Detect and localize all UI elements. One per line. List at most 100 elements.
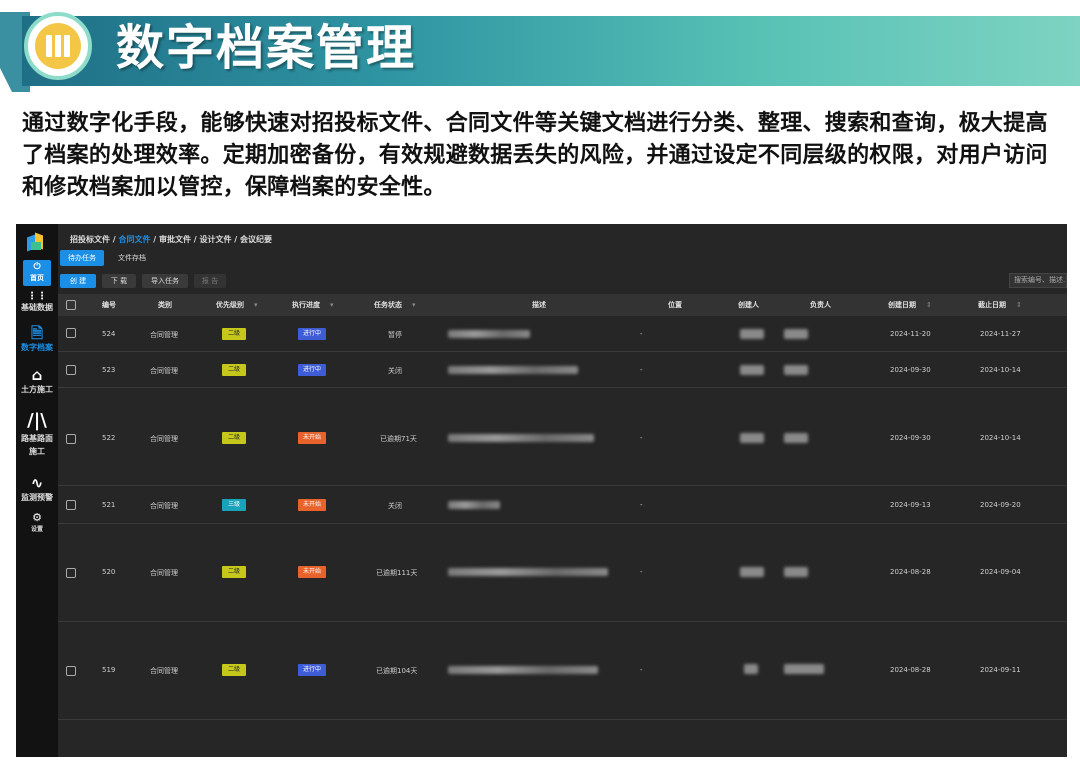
row-checkbox[interactable] [66, 500, 76, 510]
gear-icon: ⚙ [32, 511, 42, 524]
sidebar-item-label: 数字档案 [21, 343, 53, 352]
pulse-icon: ∿ [30, 474, 44, 492]
table-row[interactable]: 521 合同管理 三级 未开始 关闭 - 2024-09-13 2024-09-… [58, 486, 1067, 524]
column-header[interactable]: 创建日期 ⇕ [888, 294, 932, 316]
redacted-creator [740, 365, 764, 375]
table-row[interactable]: 523 合同管理 二级 进行中 关闭 - 2024-09-30 2024-10-… [58, 352, 1067, 388]
row-status: 关闭 [388, 367, 402, 375]
column-header[interactable]: 优先级别 ▾ [216, 294, 258, 316]
download-button[interactable]: 下 载 [102, 274, 136, 288]
row-deadline: 2024-09-11 [980, 666, 1021, 674]
sidebar-item-label: 监测预警 [21, 493, 53, 502]
row-id: 523 [102, 366, 116, 374]
row-category: 合同管理 [150, 667, 178, 675]
progress-badge: 进行中 [298, 364, 326, 376]
row-location: - [640, 434, 643, 442]
redacted-description [448, 366, 578, 374]
tab-archive[interactable]: 文件存档 [110, 250, 154, 266]
priority-badge: 二级 [222, 566, 246, 578]
sidebar-item-earthwork[interactable]: ⌂ 土方施工 [16, 366, 58, 395]
app-screenshot: ⏻ 首页 ⋮⋮ 基础数据 🗎 数字档案 ⌂ 土方施工 /|\ 路基路面施工 ∿ 监… [16, 224, 1067, 757]
table-row[interactable]: 524 合同管理 二级 进行中 暂停 - 2024-11-20 2024-11-… [58, 316, 1067, 352]
priority-badge: 二级 [222, 364, 246, 376]
sidebar-item-label: 路基路面施工 [21, 434, 53, 456]
column-header[interactable]: 位置 [668, 294, 682, 316]
progress-badge: 未开始 [298, 566, 326, 578]
column-header[interactable]: 创建人 [738, 294, 759, 316]
priority-badge: 二级 [222, 432, 246, 444]
import-button[interactable]: 导入任务 [142, 274, 188, 288]
breadcrumb: 招投标文件 / 合同文件 / 审批文件 / 设计文件 / 会议纪要 [70, 234, 272, 245]
sidebar-item-monitoring[interactable]: ∿ 监测预警 [16, 474, 58, 503]
row-location: - [640, 666, 643, 674]
progress-badge: 进行中 [298, 664, 326, 676]
row-created-date: 2024-09-13 [890, 501, 931, 509]
row-checkbox[interactable] [66, 434, 76, 444]
row-status: 已逾期104天 [376, 667, 418, 675]
redacted-creator [740, 329, 764, 339]
column-header[interactable]: 类别 [158, 294, 172, 316]
search-input[interactable]: 搜索编号、描述... [1009, 273, 1067, 288]
column-header[interactable]: 负责人 [810, 294, 831, 316]
redacted-owner [784, 433, 808, 443]
sidebar-item-basic-data[interactable]: ⋮⋮ 基础数据 [16, 292, 58, 313]
column-header[interactable]: 截止日期 ⇕ [978, 294, 1022, 316]
table-row[interactable]: 522 合同管理 二级 未开始 已逾期71天 - 2024-09-30 2024… [58, 388, 1067, 486]
sidebar: ⏻ 首页 ⋮⋮ 基础数据 🗎 数字档案 ⌂ 土方施工 /|\ 路基路面施工 ∿ 监… [16, 224, 58, 757]
page-title: 数字档案管理 [116, 20, 417, 76]
report-button[interactable]: 报 告 [194, 274, 226, 288]
redacted-owner [784, 567, 808, 577]
column-header[interactable]: 执行进度 ▾ [292, 294, 334, 316]
progress-badge: 未开始 [298, 432, 326, 444]
priority-badge: 二级 [222, 664, 246, 676]
row-checkbox[interactable] [66, 568, 76, 578]
redacted-creator [744, 664, 758, 674]
row-checkbox[interactable] [66, 365, 76, 375]
select-all-checkbox[interactable] [66, 300, 76, 310]
row-checkbox[interactable] [66, 328, 76, 338]
breadcrumb-current[interactable]: 合同文件 [119, 235, 151, 244]
row-category: 合同管理 [150, 569, 178, 577]
breadcrumb-link[interactable]: 招投标文件 / [70, 235, 119, 244]
priority-badge: 三级 [222, 499, 246, 511]
redacted-description [448, 568, 608, 576]
sidebar-item-label: 首页 [30, 274, 44, 282]
row-category: 合同管理 [150, 331, 178, 339]
row-location: - [640, 330, 643, 338]
sidebar-item-roadbed[interactable]: /|\ 路基路面施工 [16, 410, 58, 458]
sidebar-item-label: 设置 [30, 526, 43, 533]
row-checkbox[interactable] [66, 666, 76, 676]
row-id: 520 [102, 568, 116, 576]
column-header[interactable]: 描述 [532, 294, 546, 316]
tab-todo[interactable]: 待办任务 [60, 250, 104, 266]
breadcrumb-link[interactable]: / 审批文件 / 设计文件 / 会议纪要 [151, 235, 272, 244]
description-text: 通过数字化手段，能够快速对招投标文件、合同文件等关键文档进行分类、整理、搜索和查… [22, 111, 1048, 200]
create-button[interactable]: 创 建 [60, 274, 96, 288]
row-category: 合同管理 [150, 435, 178, 443]
row-location: - [640, 501, 643, 509]
row-location: - [640, 568, 643, 576]
redacted-description [448, 501, 500, 509]
sidebar-item-label: 土方施工 [21, 385, 53, 394]
row-id: 521 [102, 501, 116, 509]
table-header: 编号 类别 优先级别 ▾ 执行进度 ▾ 任务状态 ▾ 描述 位置 创建人 负责人 创建… [58, 294, 1067, 316]
sort-icon[interactable]: ⇕ [926, 301, 932, 309]
redacted-creator [740, 567, 764, 577]
column-header[interactable]: 编号 [102, 294, 116, 316]
sort-icon[interactable]: ⇕ [1016, 301, 1022, 309]
sidebar-item-settings[interactable]: ⚙ 设置 [16, 511, 58, 534]
row-category: 合同管理 [150, 367, 178, 375]
filter-icon[interactable]: ▾ [330, 301, 334, 309]
sidebar-item-home[interactable]: ⏻ 首页 [16, 260, 58, 286]
row-created-date: 2024-08-28 [890, 666, 931, 674]
sidebar-item-digital-archive[interactable]: 🗎 数字档案 [16, 324, 58, 353]
table-row[interactable]: 520 合同管理 二级 未开始 已逾期111天 - 2024-08-28 202… [58, 524, 1067, 622]
filter-icon[interactable]: ▾ [412, 301, 416, 309]
filter-icon[interactable]: ▾ [254, 301, 258, 309]
column-header[interactable]: 任务状态 ▾ [374, 294, 416, 316]
row-id: 522 [102, 434, 116, 442]
header-banner: 数字档案管理 [0, 12, 1080, 92]
table-row[interactable]: 519 合同管理 二级 进行中 已逾期104天 - 2024-08-28 202… [58, 622, 1067, 720]
row-status: 已逾期71天 [380, 435, 417, 443]
redacted-description [448, 330, 530, 338]
